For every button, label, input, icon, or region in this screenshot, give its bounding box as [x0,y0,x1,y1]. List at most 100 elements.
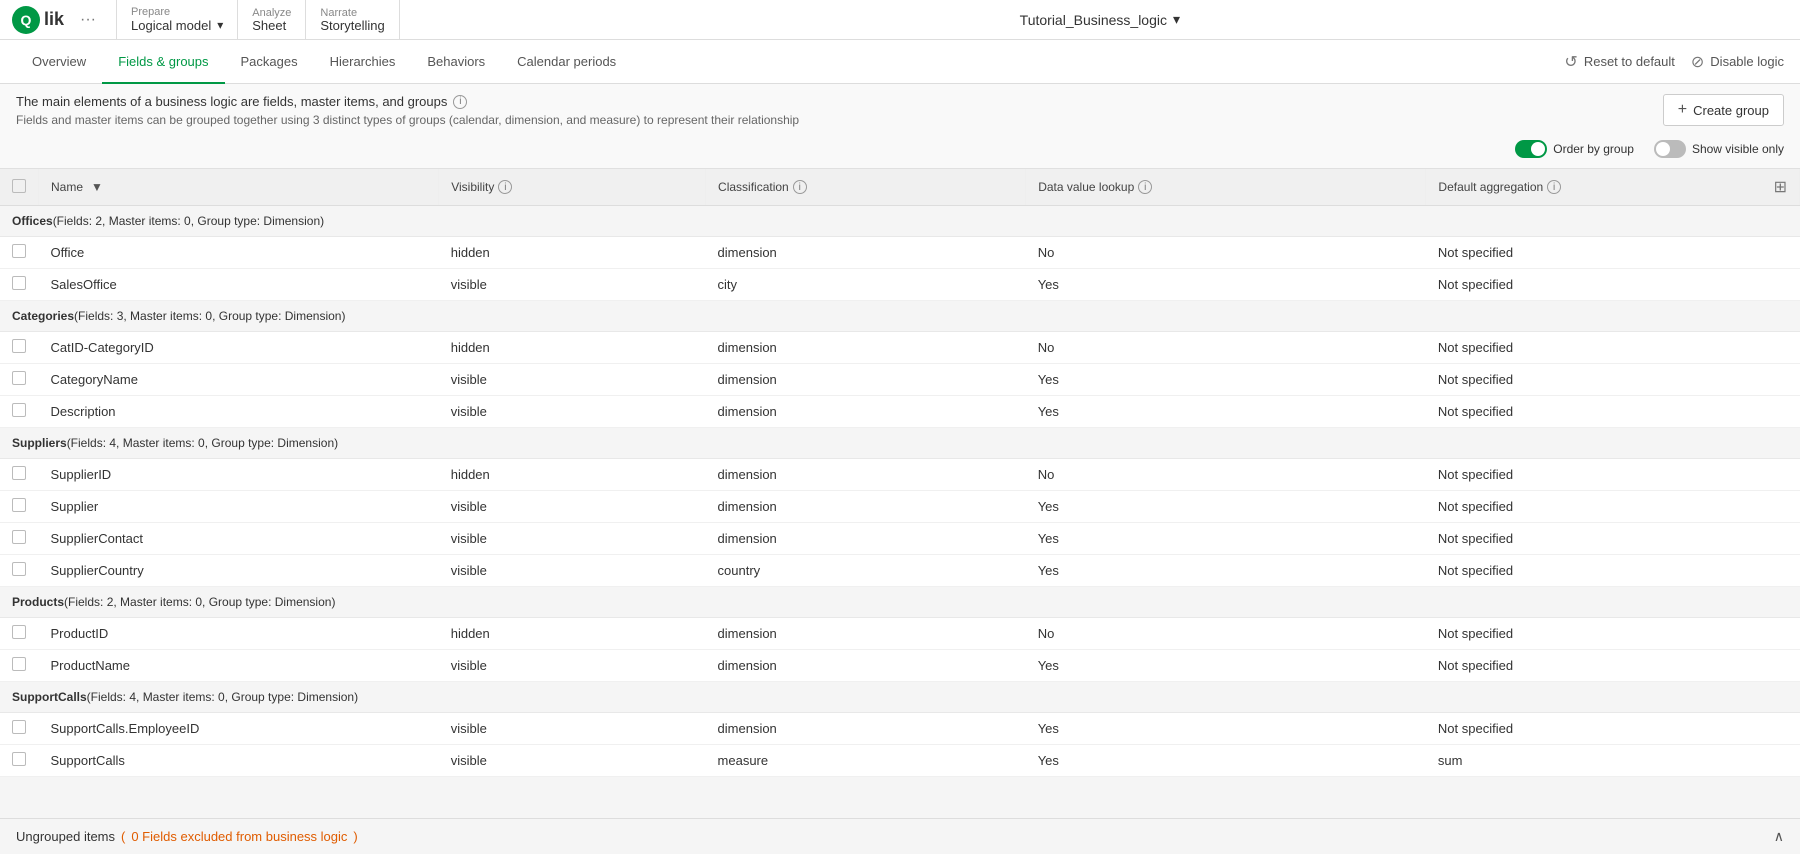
tab-fields-groups[interactable]: Fields & groups [102,41,224,84]
tab-hierarchies[interactable]: Hierarchies [314,41,412,84]
row-classification: dimension [706,459,1026,491]
tab-calendar-periods[interactable]: Calendar periods [501,41,632,84]
group-name: Offices [12,214,53,228]
table-row[interactable]: ProductName visible dimension Yes Not sp… [0,650,1800,682]
row-data-value-lookup: Yes [1026,713,1426,745]
row-checkbox[interactable] [12,625,26,639]
row-checkbox[interactable] [12,403,26,417]
row-classification: dimension [706,713,1026,745]
narrate-value: Storytelling [320,19,384,32]
analyze-section[interactable]: Analyze Sheet [238,0,306,39]
classification-info-icon[interactable]: i [793,180,807,194]
row-visibility: visible [439,745,706,777]
ungrouped-items-link[interactable]: ( [121,829,125,844]
row-data-value-lookup: No [1026,237,1426,269]
table-row[interactable]: Supplier visible dimension Yes Not speci… [0,491,1800,523]
app-title-chevron-icon: ▾ [1173,11,1180,28]
table-row[interactable]: CatID-CategoryID hidden dimension No Not… [0,332,1800,364]
row-checkbox[interactable] [12,752,26,766]
table-row[interactable]: SupportCalls visible measure Yes sum [0,745,1800,777]
table-row[interactable]: SupplierContact visible dimension Yes No… [0,523,1800,555]
data-table: Name ▼ Visibility i Classification [0,169,1800,777]
group-meta: (Fields: 2, Master items: 0, Group type:… [53,214,324,228]
plus-icon: + [1678,101,1687,119]
prepare-chevron-icon: ▾ [217,18,223,32]
row-checkbox-cell [0,396,39,428]
app-title[interactable]: Tutorial_Business_logic ▾ [1020,11,1180,28]
data-value-lookup-info-icon[interactable]: i [1138,180,1152,194]
disable-logic-button[interactable]: ⊘ Disable logic [1691,52,1784,72]
reset-to-default-button[interactable]: ↺ Reset to default [1564,52,1674,72]
row-visibility: visible [439,364,706,396]
toggle-knob [1531,142,1545,156]
row-checkbox[interactable] [12,562,26,576]
tab-overview[interactable]: Overview [16,41,102,84]
group-header-row[interactable]: Suppliers(Fields: 4, Master items: 0, Gr… [0,428,1800,459]
narrate-section[interactable]: Narrate Storytelling [306,0,399,39]
row-checkbox[interactable] [12,466,26,480]
table-row[interactable]: SupplierID hidden dimension No Not speci… [0,459,1800,491]
dots-menu[interactable]: ··· [72,11,104,29]
qlik-wordmark: lik [44,9,64,30]
row-checkbox[interactable] [12,371,26,385]
row-visibility: visible [439,269,706,301]
default-aggregation-info-icon[interactable]: i [1547,180,1561,194]
row-checkbox-cell [0,523,39,555]
row-name: SalesOffice [39,269,439,301]
table-row[interactable]: CategoryName visible dimension Yes Not s… [0,364,1800,396]
group-meta: (Fields: 2, Master items: 0, Group type:… [64,595,335,609]
row-default-aggregation: Not specified [1426,650,1800,682]
row-checkbox-cell [0,269,39,301]
prepare-section[interactable]: Prepare Logical model ▾ [117,0,238,39]
group-header-row[interactable]: Offices(Fields: 2, Master items: 0, Grou… [0,206,1800,237]
grid-view-icon[interactable]: ⊞ [1774,177,1787,197]
row-default-aggregation: Not specified [1426,713,1800,745]
row-checkbox[interactable] [12,244,26,258]
table-row[interactable]: SupplierCountry visible country Yes Not … [0,555,1800,587]
row-checkbox[interactable] [12,276,26,290]
row-data-value-lookup: Yes [1026,555,1426,587]
group-header-row[interactable]: SupportCalls(Fields: 4, Master items: 0,… [0,682,1800,713]
order-by-group-toggle[interactable] [1515,140,1547,158]
tab-behaviors[interactable]: Behaviors [411,41,501,84]
row-default-aggregation: sum [1426,745,1800,777]
row-data-value-lookup: Yes [1026,650,1426,682]
row-checkbox[interactable] [12,498,26,512]
show-visible-only-toggle-group: Show visible only [1654,140,1784,158]
desc-left: The main elements of a business logic ar… [16,94,799,127]
name-filter-icon[interactable]: ▼ [91,180,103,194]
row-checkbox[interactable] [12,530,26,544]
group-header-row[interactable]: Products(Fields: 2, Master items: 0, Gro… [0,587,1800,618]
table-row[interactable]: Office hidden dimension No Not specified [0,237,1800,269]
reset-label: Reset to default [1584,54,1675,69]
row-visibility: hidden [439,237,706,269]
app-title-text: Tutorial_Business_logic [1020,12,1167,28]
desc-info-icon[interactable]: i [453,95,467,109]
row-checkbox[interactable] [12,339,26,353]
row-checkbox[interactable] [12,657,26,671]
th-default-aggregation-label: Default aggregation [1438,180,1543,194]
row-classification: dimension [706,396,1026,428]
ungrouped-items-label: Ungrouped items [16,829,115,844]
analyze-label: Analyze [252,8,291,19]
row-checkbox[interactable] [12,720,26,734]
chevron-up-icon[interactable]: ∧ [1774,828,1784,845]
visibility-info-icon[interactable]: i [498,180,512,194]
table-row[interactable]: SalesOffice visible city Yes Not specifi… [0,269,1800,301]
qlik-logo: Q lik [12,6,64,34]
row-data-value-lookup: Yes [1026,523,1426,555]
table-row[interactable]: SupportCalls.EmployeeID visible dimensio… [0,713,1800,745]
th-classification: Classification i [706,169,1026,206]
create-group-button[interactable]: + Create group [1663,94,1784,126]
row-checkbox-cell [0,491,39,523]
table-row[interactable]: ProductID hidden dimension No Not specif… [0,618,1800,650]
show-visible-only-toggle[interactable] [1654,140,1686,158]
group-header-row[interactable]: Categories(Fields: 3, Master items: 0, G… [0,301,1800,332]
header-checkbox[interactable] [12,179,26,193]
row-checkbox-cell [0,459,39,491]
row-classification: country [706,555,1026,587]
table-row[interactable]: Description visible dimension Yes Not sp… [0,396,1800,428]
tab-packages[interactable]: Packages [225,41,314,84]
fields-excluded-link[interactable]: 0 Fields excluded from business logic [131,829,347,844]
row-name: SupportCalls.EmployeeID [39,713,439,745]
